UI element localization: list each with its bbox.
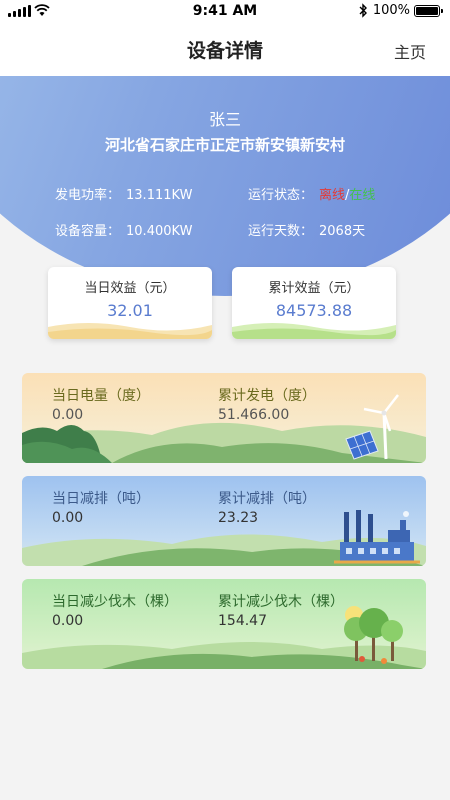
electricity-card: 当日电量（度） 0.00 累计发电（度） 51.466.00 bbox=[22, 373, 426, 463]
today-electricity-label: 当日电量（度） bbox=[52, 388, 150, 404]
factory-icon bbox=[334, 510, 420, 564]
run-days-label: 运行天数： bbox=[248, 224, 314, 239]
today-electricity-value: 0.00 bbox=[52, 407, 84, 423]
run-status-label: 运行状态： bbox=[248, 188, 314, 203]
today-emission-value: 0.00 bbox=[52, 510, 84, 526]
today-benefit-label: 当日效益（元） bbox=[84, 281, 176, 296]
wave-decoration bbox=[232, 323, 396, 339]
today-trees-label: 当日减少伐木（棵） bbox=[52, 594, 178, 610]
total-generation-value: 51.466.00 bbox=[218, 407, 290, 423]
run-days-row: 运行天数： 2068天 bbox=[248, 220, 365, 239]
total-emission-value: 23.23 bbox=[218, 510, 259, 526]
status-offline: 离线 bbox=[319, 188, 346, 203]
owner-name: 张三 bbox=[208, 110, 241, 129]
battery-percent: 100% bbox=[372, 3, 410, 18]
capacity-row: 设备容量： 10.400KW bbox=[55, 220, 192, 239]
capacity-label: 设备容量： bbox=[55, 224, 121, 239]
total-benefit-label: 累计效益（元） bbox=[268, 281, 360, 296]
device-header: 张三 河北省石家庄市正定市新安镇新安村 发电功率： 13.111KW 运行状态： 离… bbox=[0, 76, 450, 296]
bluetooth-icon bbox=[359, 3, 367, 18]
home-button[interactable]: 主页 bbox=[394, 39, 426, 63]
power-label: 发电功率： bbox=[55, 188, 121, 203]
today-trees-value: 0.00 bbox=[52, 613, 84, 629]
total-trees-value: 154.47 bbox=[218, 613, 267, 629]
today-emission-label: 当日减排（吨） bbox=[52, 491, 150, 507]
total-generation-label: 累计发电（度） bbox=[218, 388, 316, 404]
power-value: 13.111KW bbox=[126, 188, 193, 203]
emission-card: 当日减排（吨） 0.00 累计减排（吨） 23.23 bbox=[22, 476, 426, 566]
battery-icon bbox=[414, 5, 443, 17]
run-days-value: 2068天 bbox=[319, 224, 366, 239]
status-bar: 9:41 AM 100% bbox=[0, 0, 450, 22]
status-online: 在线 bbox=[349, 188, 376, 203]
status-row: 运行状态： 离线/在线 bbox=[248, 184, 375, 203]
total-benefit-card: 累计效益（元） 84573.88 bbox=[232, 267, 396, 339]
device-address: 河北省石家庄市正定市新安镇新安村 bbox=[104, 136, 345, 154]
today-benefit-card: 当日效益（元） 32.01 bbox=[48, 267, 212, 339]
wave-decoration bbox=[48, 323, 212, 339]
total-trees-label: 累计减少伐木（棵） bbox=[218, 594, 344, 610]
capacity-value: 10.400KW bbox=[126, 224, 193, 239]
total-emission-label: 累计减排（吨） bbox=[218, 491, 316, 507]
power-row: 发电功率： 13.111KW bbox=[55, 184, 192, 203]
trees-card: 当日减少伐木（棵） 0.00 累计减少伐木（棵） 154.47 bbox=[22, 579, 426, 669]
page-title: 设备详情 bbox=[186, 40, 263, 62]
navigation-bar: 设备详情 主页 bbox=[0, 22, 450, 76]
